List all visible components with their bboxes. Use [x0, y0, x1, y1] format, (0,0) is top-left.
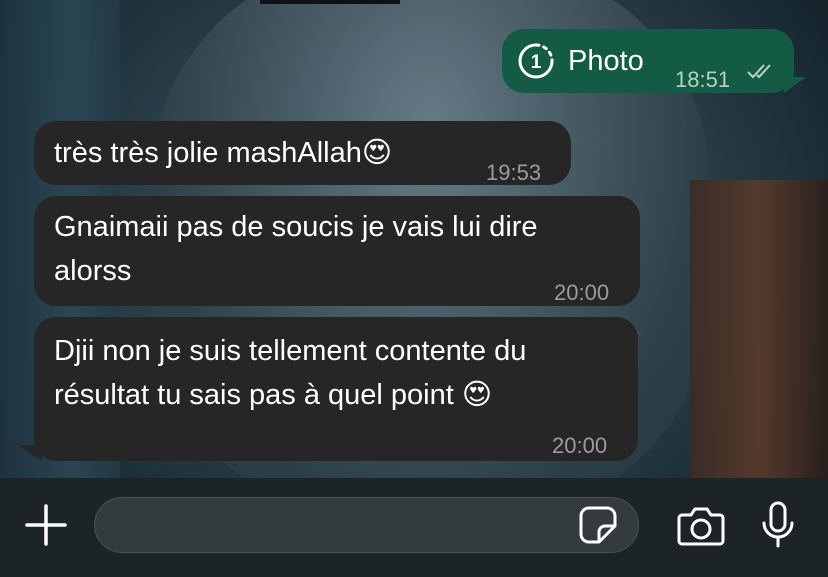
message-composer — [0, 478, 828, 577]
message-text-line: résultat tu sais pas à quel point 😍 — [54, 379, 493, 411]
incoming-message[interactable]: Djii non je suis tellement contente du r… — [34, 317, 638, 461]
wallpaper-shape — [260, 0, 400, 4]
camera-icon[interactable] — [676, 505, 726, 547]
message-time: 18:51 — [675, 67, 731, 92]
message-time: 20:00 — [552, 433, 608, 458]
photo-label: Photo — [568, 45, 644, 77]
outgoing-photo-message[interactable]: 1 Photo 18:51 — [502, 29, 794, 93]
double-check-read-icon — [747, 64, 771, 79]
view-once-count: 1 — [531, 52, 542, 73]
wallpaper-shape — [690, 180, 828, 480]
message-time: 19:53 — [486, 160, 542, 185]
message-time: 20:00 — [554, 280, 610, 305]
plus-icon[interactable] — [24, 503, 68, 547]
incoming-message[interactable]: très très jolie mashAllah😍 19:53 — [34, 121, 571, 185]
message-text-line: alorss — [54, 255, 132, 287]
message-text-line: Djii non je suis tellement contente du — [54, 335, 527, 367]
message-input[interactable] — [94, 497, 639, 553]
incoming-message[interactable]: Gnaimaii pas de soucis je vais lui dire … — [34, 196, 640, 306]
message-text-line: Gnaimaii pas de soucis je vais lui dire — [54, 211, 538, 243]
view-once-icon: 1 — [518, 43, 554, 79]
microphone-icon[interactable] — [760, 501, 796, 549]
sticker-icon[interactable] — [577, 504, 619, 546]
incoming-bubble-tail — [18, 445, 42, 461]
message-text: très très jolie mashAllah😍 — [54, 137, 393, 169]
outgoing-bubble-tail — [784, 77, 806, 93]
